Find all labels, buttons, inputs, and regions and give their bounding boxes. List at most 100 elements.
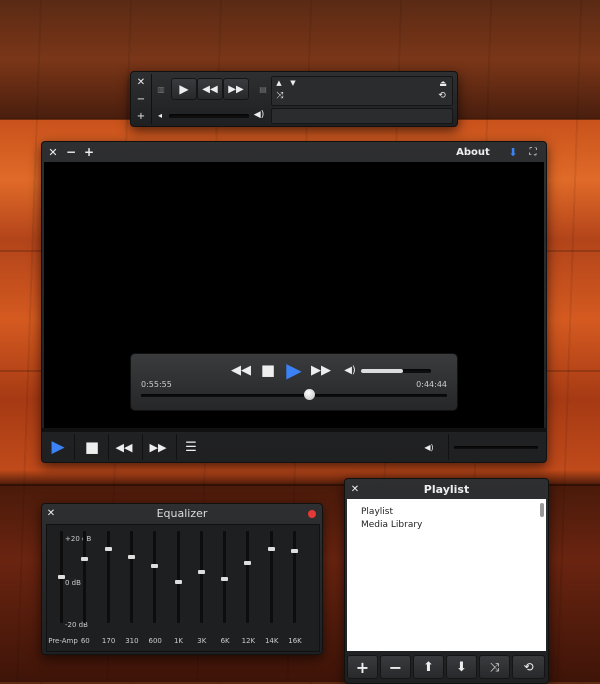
fullscreen-icon: ⛶ [529,146,537,158]
playlist-button[interactable]: ☰ [180,436,202,458]
shuffle-button[interactable]: ⤨ [273,91,287,101]
stop-button[interactable]: ▥ [155,82,167,96]
rewind-icon: ◀◀ [231,362,251,378]
equalizer-window: ✕ Equalizer +20 dB 0 dB -20 dB Pre-Amp 60… [41,503,323,655]
list-icon: ☰ [185,439,197,455]
eq-band-170: 170 [98,525,120,651]
stop-icon: ■ [260,361,276,379]
eq-slider-track[interactable] [293,531,296,623]
playlist-title: Playlist [423,483,470,496]
minimize-button[interactable]: − [133,92,149,106]
move-down-button[interactable]: ▼ [287,78,299,88]
about-link[interactable]: About [452,144,494,160]
eq-band-preamp: Pre-Amp [48,525,78,651]
eq-slider-knob[interactable] [291,549,298,554]
arrow-up-icon: ⬆ [423,659,434,675]
volume-slider[interactable] [454,446,538,449]
remove-button[interactable]: − [380,655,411,679]
maximize-button[interactable]: + [82,145,96,159]
move-up-button[interactable]: ▲ [273,78,285,88]
eq-slider-track[interactable] [199,531,203,623]
rewind-button[interactable]: ◀◀ [112,436,136,458]
rewind-button[interactable]: ◀◀ [229,360,253,380]
fast-forward-icon: ▶▶ [228,83,244,95]
eq-slider-knob[interactable] [151,563,159,568]
arrow-down-icon: ⬇ [456,659,467,675]
eq-slider-knob[interactable] [81,556,89,561]
rewind-button[interactable]: ◀◀ [197,78,223,100]
equalizer-title: Equalizer [156,507,208,520]
eq-slider-track[interactable] [153,531,157,623]
move-down-button[interactable]: ⬇ [446,655,477,679]
eq-slider-knob[interactable] [174,579,182,584]
repeat-button[interactable]: ⟲ [435,91,449,101]
osd-controls: ◀◀ ■ ▶ ▶▶ ◀) 0:55:55 0:44:44 [130,353,458,411]
minus-icon: − [388,657,403,677]
play-button[interactable]: ▶ [283,358,305,382]
eq-band-600: 600 [144,525,166,651]
list-button[interactable]: ▤ [257,82,269,96]
eq-slider-track[interactable] [83,531,87,623]
arrow-up-icon: ▲ [276,79,282,87]
eq-slider-track[interactable] [246,531,250,623]
fast-forward-button[interactable]: ▶▶ [309,360,333,380]
play-button[interactable]: ▶ [171,78,197,100]
eq-slider-knob[interactable] [127,554,135,559]
close-button[interactable]: ✕ [133,75,149,89]
playlist-list[interactable]: Playlist Media Library [347,499,546,651]
close-button[interactable]: ✕ [46,145,60,159]
eq-slider-track[interactable] [106,531,110,623]
eq-slider-knob[interactable] [267,547,275,552]
download-button[interactable]: ⬇ [506,145,520,159]
eq-slider-track[interactable] [129,531,133,623]
equalizer-panel: +20 dB 0 dB -20 dB Pre-Amp 60 170 310 600 1K 3… [46,524,320,652]
move-up-button[interactable]: ⬆ [413,655,444,679]
eq-band-60: 60 [74,525,96,651]
add-button[interactable]: + [347,655,378,679]
list-icon: ▤ [259,84,267,94]
add-button[interactable]: + [133,109,149,123]
mini-player: ✕ − + ▥ ▶ ◀◀ ▶▶ ▤ ▲ ▼ ⤨ ⏏ ⟲ ◂ ◀) [130,71,458,127]
list-item[interactable]: Playlist [361,507,393,517]
eject-button[interactable]: ⏏ [437,78,449,88]
volume-level [361,369,403,373]
repeat-button[interactable]: ⟲ [512,655,545,679]
eq-band-6k: 6K [214,525,236,651]
volume-icon: ◀) [344,364,356,376]
play-button[interactable]: ▶ [48,436,68,458]
seek-slider[interactable] [141,394,447,397]
eq-slider-knob[interactable] [221,576,229,581]
stop-icon: ▥ [157,84,165,94]
eq-slider-track[interactable] [269,531,273,623]
download-icon: ⬇ [508,145,518,159]
volume-slider[interactable] [361,369,431,373]
eq-slider-knob[interactable] [244,561,252,566]
play-icon: ▶ [179,82,189,96]
eq-slider-track[interactable] [176,531,180,623]
seek-knob[interactable] [304,389,316,400]
play-icon: ▶ [286,358,302,382]
fast-forward-button[interactable]: ▶▶ [223,78,249,100]
list-item[interactable]: Media Library [361,520,422,530]
fast-forward-button[interactable]: ▶▶ [146,436,170,458]
mini-seek-slider[interactable] [169,114,249,118]
volume-down-icon: ◂ [157,110,162,120]
eq-band-310: 310 [121,525,143,651]
eq-slider-knob[interactable] [58,575,65,579]
stop-button[interactable]: ■ [82,436,102,458]
scrollbar[interactable] [540,503,544,517]
playlist-window: ✕ Playlist Playlist Media Library + − ⬆ … [344,478,549,684]
stop-button[interactable]: ■ [257,360,279,380]
volume-icon: ◀) [424,442,434,452]
repeat-icon: ⟲ [438,91,446,101]
fullscreen-button[interactable]: ⛶ [526,145,540,159]
eq-band-16k: 16K [284,525,306,651]
minimize-button[interactable]: − [64,145,78,159]
shuffle-button[interactable]: ⤨ [479,655,510,679]
eq-band-3k: 3K [191,525,213,651]
minimize-icon: − [65,145,77,159]
close-icon: ✕ [136,76,146,88]
eq-slider-knob[interactable] [197,570,205,575]
eq-slider-knob[interactable] [104,547,112,552]
rewind-icon: ◀◀ [115,440,133,454]
